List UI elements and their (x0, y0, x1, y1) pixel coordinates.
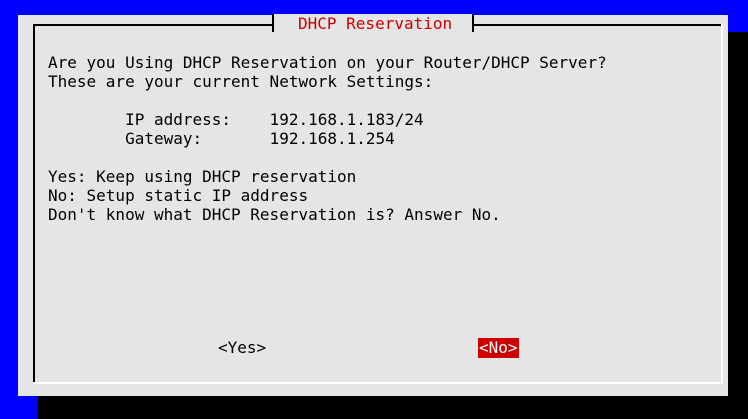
ip-address-line: IP address: 192.168.1.183/24 (48, 110, 424, 129)
yes-help-text: Yes: Keep using DHCP reservation (48, 167, 357, 186)
dialog-frame-top-left (33, 24, 273, 26)
dont-know-text: Don't know what DHCP Reservation is? Ans… (48, 205, 501, 224)
dialog-frame-bottom (33, 382, 723, 384)
dialog-shadow (38, 396, 748, 419)
yes-button[interactable]: <Yes> (218, 338, 266, 358)
dialog-frame-right (721, 24, 723, 384)
no-help-text: No: Setup static IP address (48, 186, 309, 205)
gateway-line: Gateway: 192.168.1.254 (48, 129, 395, 148)
title-right-tick (472, 14, 474, 32)
intro-text: These are your current Network Settings: (48, 72, 434, 91)
dialog-title: DHCP Reservation (298, 14, 453, 33)
question-text: Are you Using DHCP Reservation on your R… (48, 53, 607, 72)
no-button[interactable]: <No> (478, 338, 519, 358)
title-left-tick (272, 14, 274, 32)
dialog-frame-left (33, 24, 35, 384)
dialog-shadow-right (728, 32, 748, 419)
dialog-frame-top-right (474, 24, 723, 26)
